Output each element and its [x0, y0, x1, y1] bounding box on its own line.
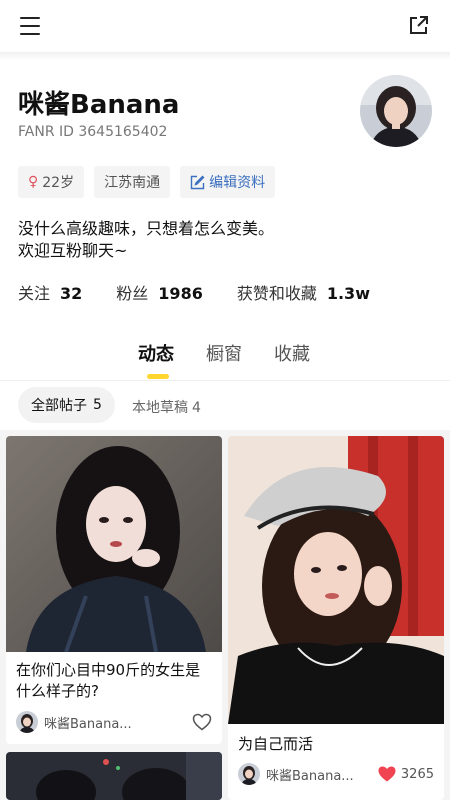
stats-row: 关注 32 粉丝 1986 获赞和收藏 1.3w	[18, 280, 404, 304]
heart-icon[interactable]	[192, 713, 212, 731]
drafts-label: 本地草稿	[132, 400, 188, 416]
post-card[interactable]: 为自己而活 咪酱Banana... 3265	[228, 436, 444, 800]
drafts-filter[interactable]: 本地草稿 4	[132, 397, 201, 417]
drafts-count: 4	[192, 400, 201, 416]
author-avatar	[238, 763, 260, 785]
all-posts-label: 全部帖子	[31, 398, 87, 414]
post-filter: 全部帖子 5 本地草稿 4	[0, 381, 450, 431]
age-label: 22岁	[42, 175, 75, 191]
female-icon: ♀	[28, 174, 39, 190]
location-label: 江苏南通	[104, 175, 161, 191]
post-card[interactable]	[6, 752, 222, 800]
content-tabs: 动态 橱窗 收藏	[0, 340, 450, 380]
tab-favorites[interactable]: 收藏	[274, 340, 310, 366]
post-meta: 咪酱Banana... 3265	[238, 762, 434, 786]
share-icon[interactable]	[408, 14, 430, 36]
menu-icon[interactable]	[20, 16, 42, 36]
author-name: 咪酱Banana...	[266, 768, 354, 784]
stat-following-value: 32	[60, 284, 83, 303]
bio-line-2: 欢迎互粉聊天~	[18, 241, 128, 260]
age-tag: ♀ 22岁	[18, 166, 85, 198]
topbar-divider	[0, 52, 450, 60]
profile-name: 咪酱Banana	[18, 90, 180, 120]
edit-profile-button[interactable]: 编辑资料	[180, 166, 276, 198]
post-card[interactable]: 在你们心目中90斤的女生是什么样子的? 咪酱Banana...	[6, 436, 222, 744]
post-image	[6, 436, 222, 652]
fanr-id: FANR ID 3645165402	[18, 124, 168, 140]
stat-likes-label: 获赞和收藏	[236, 284, 317, 303]
all-posts-filter[interactable]: 全部帖子 5	[18, 387, 115, 423]
post-meta: 咪酱Banana...	[16, 710, 212, 734]
post-title: 为自己而活	[238, 735, 314, 753]
edit-icon	[190, 175, 205, 189]
heart-icon[interactable]	[377, 765, 397, 783]
active-tab-indicator	[147, 374, 169, 379]
author-name: 咪酱Banana...	[44, 716, 132, 732]
stat-fans-label: 粉丝	[116, 284, 149, 303]
author-avatar	[16, 711, 38, 733]
bio: 没什么高级趣味，只想着怎么变美。 欢迎互粉聊天~	[18, 218, 274, 262]
stat-following[interactable]: 关注 32	[18, 280, 82, 304]
stat-fans[interactable]: 粉丝 1986	[116, 280, 203, 304]
profile-tags: ♀ 22岁 江苏南通 编辑资料	[18, 166, 276, 198]
all-posts-count: 5	[93, 397, 102, 413]
post-image	[6, 752, 222, 800]
like-count: 3265	[400, 766, 434, 782]
post-image	[228, 436, 444, 724]
avatar[interactable]	[360, 75, 432, 147]
stat-likes[interactable]: 获赞和收藏 1.3w	[237, 280, 370, 304]
bio-line-1: 没什么高级趣味，只想着怎么变美。	[18, 219, 275, 238]
stat-fans-value: 1986	[158, 284, 203, 303]
stat-likes-value: 1.3w	[326, 284, 370, 303]
edit-profile-label: 编辑资料	[209, 175, 266, 191]
location-tag: 江苏南通	[94, 166, 171, 198]
tab-showcase[interactable]: 橱窗	[206, 340, 242, 366]
top-bar	[0, 0, 450, 52]
tab-posts[interactable]: 动态	[138, 340, 174, 366]
post-title: 在你们心目中90斤的女生是什么样子的?	[16, 661, 201, 700]
stat-following-label: 关注	[18, 284, 51, 303]
